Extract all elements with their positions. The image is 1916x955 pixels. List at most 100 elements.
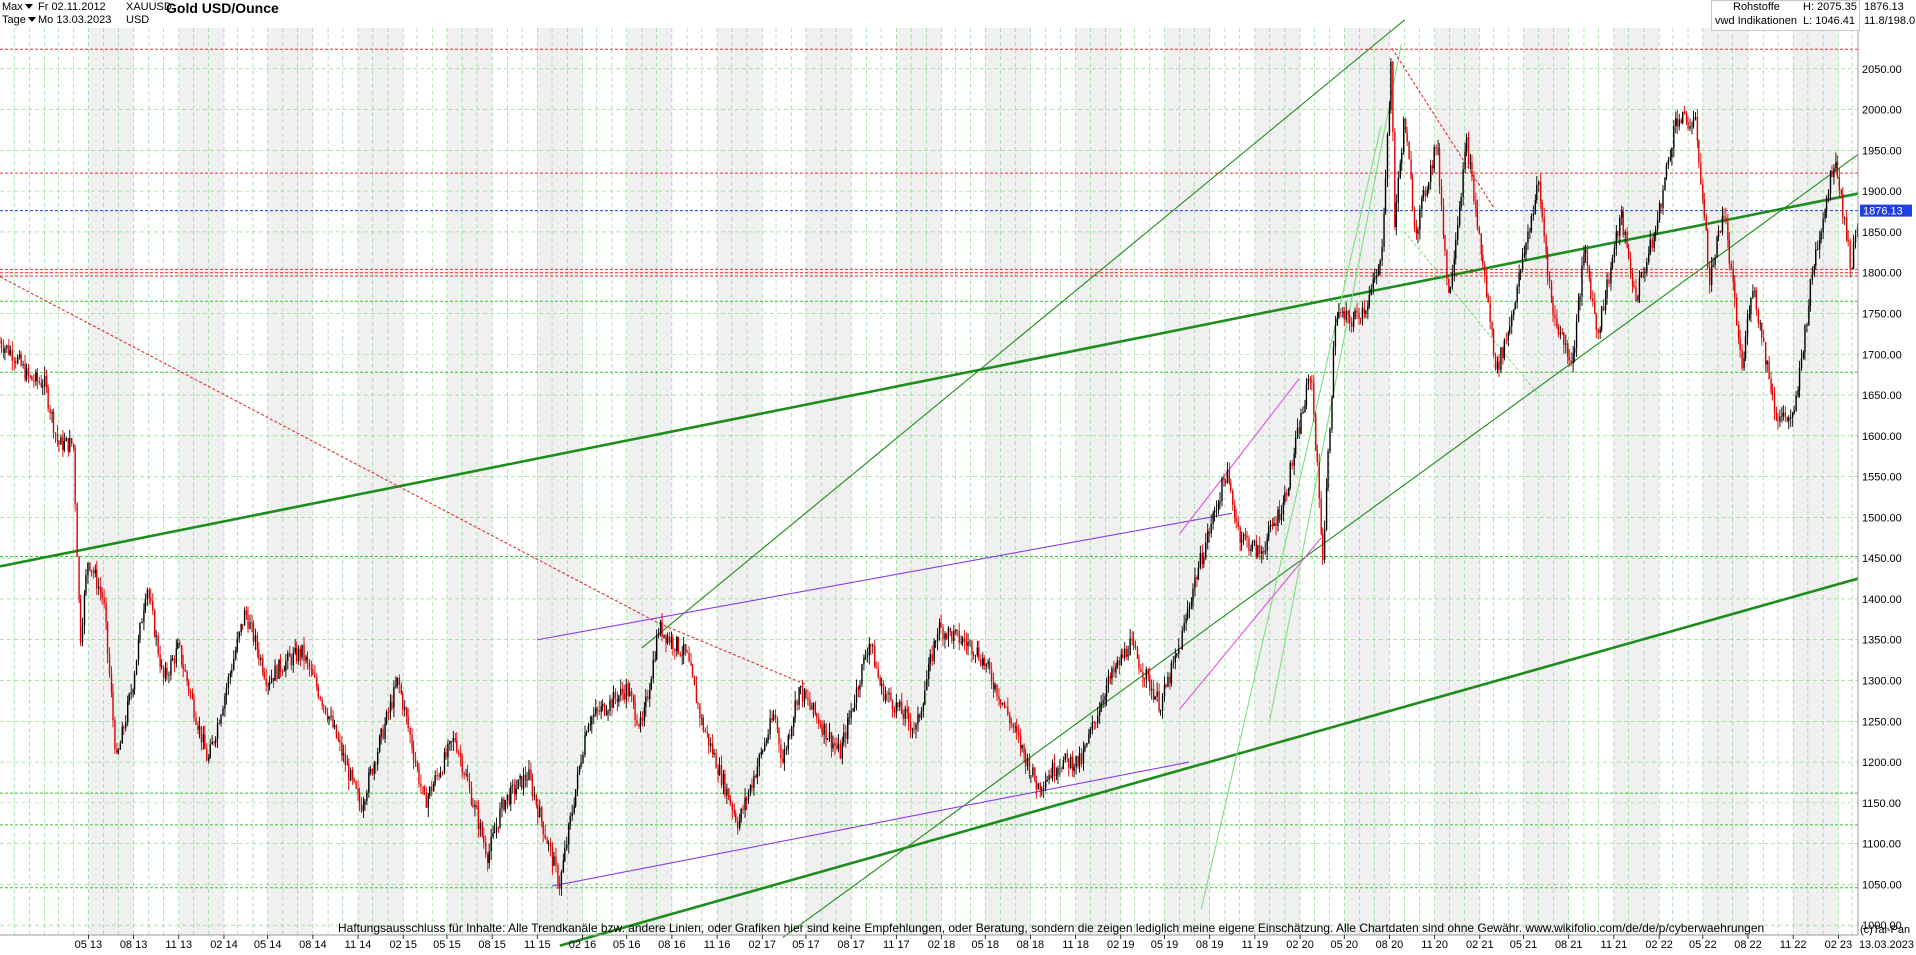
candle-body [1557,326,1560,335]
y-tick-label: 1050.00 [1862,879,1902,891]
candle-body [672,637,674,649]
candle-body [476,804,478,809]
candle-body [1100,702,1102,712]
candle-body [843,732,845,743]
candle-body [1471,162,1473,178]
candle-body [643,707,646,722]
candle-body [1849,241,1851,269]
candle-body [1093,722,1095,724]
candle-body [787,735,789,750]
candle-body [805,689,807,698]
currency-label: USD [126,14,150,26]
y-tick-label: 2050.00 [1862,64,1902,76]
y-tick-label: 1150.00 [1862,798,1901,810]
candle-body [1500,347,1502,371]
candle-body [1095,722,1097,724]
candle-body [1237,521,1239,528]
candle-body [1784,412,1787,417]
x-tick-label: 05 21 [1510,939,1538,951]
candle-body [1631,273,1634,286]
candle-body [1082,750,1085,764]
candle-body [1584,249,1587,254]
quarter-band [446,28,493,935]
candle-body [1381,246,1383,261]
candle-body [1757,310,1759,324]
candle-body [987,661,989,664]
candle-body [965,642,968,646]
candle-body [1570,360,1572,364]
candle-body [969,641,971,643]
candle-body [29,375,32,377]
candle-body [767,734,769,741]
candle-body [524,774,527,781]
candle-body [328,716,330,720]
candle-body [1347,311,1349,315]
candle-body [1480,233,1482,255]
candle-body [1446,250,1448,279]
candle-body [926,679,928,691]
candle-body [1824,209,1826,219]
candle-body [868,644,871,656]
range-dropdown[interactable]: Max [2,1,36,14]
candle-body [740,808,742,820]
candle-body [326,713,329,720]
candle-body [798,687,800,705]
candle-body [1838,176,1841,190]
candle-body [449,741,451,745]
candle-body [1469,162,1472,165]
candle-body [1411,178,1414,210]
interval-dropdown[interactable]: Tage [2,14,39,27]
candle-body [1244,534,1247,537]
candle-body [465,774,467,775]
candle-body [67,438,69,452]
candle-body [1199,553,1202,568]
candle-body [778,728,780,745]
candle-body [1280,514,1283,521]
candle-body [1192,588,1194,602]
candle-body [1415,227,1418,234]
candle-body [1513,309,1515,315]
candle-body [1269,524,1272,527]
candle-body [1426,189,1428,196]
candle-body [677,637,679,654]
candle-body [1386,134,1389,179]
x-tick-label: 08 21 [1555,939,1583,951]
quarter-band [88,28,134,935]
candle-body [1293,454,1295,466]
candle-body [299,648,302,658]
x-tick-label: 05 22 [1689,939,1717,951]
source-label: vwd Indikationen [1715,15,1797,27]
candle-body [1638,277,1641,297]
candle-body [530,769,532,779]
candle-body [1804,325,1806,353]
candle-body [818,717,820,725]
candle-body [35,372,37,382]
candle-body [452,738,455,742]
candle-body [503,798,505,810]
price-chart[interactable]: 1000.001050.001100.001150.001200.001250.… [0,0,1916,952]
candle-body [884,694,887,701]
candle-body [1649,239,1651,254]
candle-body [1368,294,1371,306]
candle-body [60,436,62,445]
candle-body [1825,197,1828,210]
candle-body [1764,341,1767,365]
candle-body [155,635,157,637]
candle-body [1046,779,1048,782]
candle-body [360,804,363,812]
x-tick-label: 11 15 [524,939,551,951]
candle-body [1044,781,1047,789]
candle-body [1350,322,1353,327]
candle-body [1606,279,1608,298]
candle-body [947,628,950,639]
candle-body [512,784,514,786]
candle-body [1550,281,1553,299]
candle-body [1835,162,1837,169]
x-tick-label: 02 17 [748,939,776,951]
candle-body [1402,118,1405,153]
candle-body [422,786,424,788]
candle-body [765,740,768,744]
candle-body [160,666,163,668]
candle-body [614,691,617,699]
candle-body [796,700,798,705]
